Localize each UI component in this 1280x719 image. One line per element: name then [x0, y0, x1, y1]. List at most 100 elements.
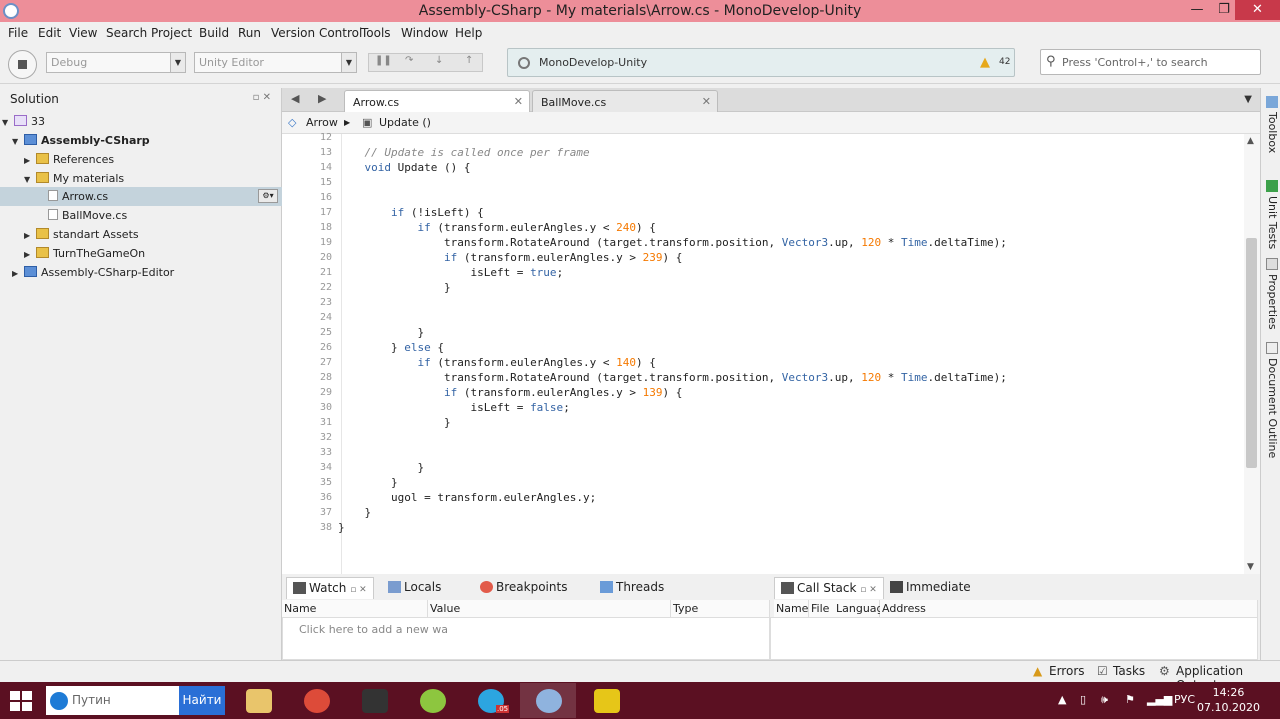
line-number[interactable]: 26	[282, 340, 332, 355]
tab-threads[interactable]: Threads	[594, 577, 670, 599]
menu-tools[interactable]: Tools	[361, 26, 391, 40]
tab-watch[interactable]: Watch ▫ ✕	[286, 577, 374, 599]
menu-project[interactable]: Project	[151, 26, 192, 40]
line-number[interactable]: 16	[282, 190, 332, 205]
line-number[interactable]: 27	[282, 355, 332, 370]
tray-expand-icon[interactable]: ▲	[1058, 693, 1066, 706]
stop-button[interactable]	[8, 50, 37, 79]
line-number[interactable]: 19	[282, 235, 332, 250]
tree-folder-standart-assets[interactable]: ▶ standart Assets	[24, 225, 139, 244]
errors-button[interactable]: Errors	[1049, 664, 1085, 678]
tree-project-editor[interactable]: ▶ Assembly-CSharp-Editor	[12, 263, 174, 282]
expand-icon[interactable]: ▶	[12, 264, 24, 283]
line-number[interactable]: 13	[282, 145, 332, 160]
menu-window[interactable]: Window	[401, 26, 448, 40]
pad-properties[interactable]: Properties	[1263, 258, 1279, 330]
language-indicator[interactable]: РУС	[1174, 693, 1195, 706]
line-number[interactable]: 21	[282, 265, 332, 280]
line-number[interactable]: 25	[282, 325, 332, 340]
code-line[interactable]: }	[338, 460, 424, 475]
plus-app[interactable]	[404, 683, 460, 718]
windows-start-icon[interactable]	[10, 691, 32, 711]
watch-list[interactable]: Click here to add a new wa	[282, 617, 770, 660]
col-value[interactable]: Value	[428, 600, 671, 617]
code-line[interactable]: if (transform.eulerAngles.y > 139) {	[338, 385, 682, 400]
code-line[interactable]: transform.RotateAround (target.transform…	[338, 370, 1007, 385]
close-icon[interactable]: ✕	[702, 95, 711, 108]
add-watch-hint[interactable]: Click here to add a new wa	[299, 623, 448, 636]
pad-unit-tests[interactable]: Unit Tests	[1263, 180, 1279, 249]
search-input[interactable]: ⚲ Press 'Control+,' to search	[1040, 49, 1261, 75]
code-line[interactable]: }	[338, 280, 451, 295]
line-number[interactable]: 23	[282, 295, 332, 310]
scroll-down-icon[interactable]: ▼	[1247, 562, 1254, 572]
menu-run[interactable]: Run	[238, 26, 261, 40]
code-line[interactable]: } else {	[338, 340, 444, 355]
scroll-up-icon[interactable]: ▲	[1247, 136, 1254, 146]
pad-document-outline[interactable]: Document Outline	[1263, 342, 1279, 458]
vertical-scrollbar[interactable]: ▲ ▼	[1244, 134, 1260, 574]
code-line[interactable]: }	[338, 325, 424, 340]
close-icon[interactable]: ✕	[514, 95, 523, 108]
menu-search[interactable]: Search	[106, 26, 147, 40]
clock[interactable]: 14:26 07.10.2020	[1197, 685, 1260, 715]
col-file[interactable]: File	[809, 600, 834, 617]
maximize-button[interactable]: ❐	[1210, 0, 1238, 20]
line-number[interactable]: 18	[282, 220, 332, 235]
breadcrumb-method[interactable]: Update ()	[379, 116, 431, 129]
tasks-button[interactable]: Tasks	[1113, 664, 1145, 678]
line-number[interactable]: 36	[282, 490, 332, 505]
collapse-icon[interactable]: ▼	[2, 113, 14, 132]
menu-view[interactable]: View	[69, 26, 97, 40]
close-icon[interactable]: ▫ ✕	[350, 585, 367, 595]
nav-back-icon[interactable]: ◀	[291, 92, 299, 105]
collapse-icon[interactable]: ▼	[24, 170, 36, 189]
tree-folder-turnthegameon[interactable]: ▶ TurnTheGameOn	[24, 244, 145, 263]
line-number[interactable]: 15	[282, 175, 332, 190]
expand-icon[interactable]: ▶	[24, 151, 36, 170]
menu-edit[interactable]: Edit	[38, 26, 61, 40]
code-line[interactable]: if (!isLeft) {	[338, 205, 484, 220]
line-number[interactable]: 33	[282, 445, 332, 460]
code-line[interactable]: }	[338, 505, 371, 520]
monodevelop-app[interactable]	[520, 683, 576, 718]
tab-breakpoints[interactable]: Breakpoints	[474, 577, 573, 599]
close-button[interactable]: ✕	[1235, 0, 1280, 20]
code-line[interactable]: isLeft = false;	[338, 400, 569, 415]
tree-solution[interactable]: ▼ 33	[2, 112, 45, 131]
tree-file-ballmove[interactable]: BallMove.cs	[48, 206, 127, 225]
warning-count[interactable]: 42	[999, 57, 1010, 67]
expand-icon[interactable]: ▶	[24, 226, 36, 245]
col-address[interactable]: Address	[880, 600, 1258, 617]
call-stack-list[interactable]	[770, 617, 1258, 660]
col-language[interactable]: Language	[834, 600, 890, 617]
target-select[interactable]: Unity Editor ▼	[194, 52, 357, 73]
menu-help[interactable]: Help	[455, 26, 482, 40]
expand-icon[interactable]: ▶	[24, 245, 36, 264]
line-number[interactable]: 28	[282, 370, 332, 385]
file-explorer-app[interactable]	[230, 683, 286, 718]
code-line[interactable]: if (transform.eulerAngles.y < 240) {	[338, 220, 655, 235]
step-out-icon[interactable]: ↑	[465, 55, 473, 66]
unity-app[interactable]	[346, 683, 402, 718]
taskbar-search-input[interactable]: Путин	[46, 686, 179, 715]
line-number[interactable]: 34	[282, 460, 332, 475]
config-select[interactable]: Debug ▼	[46, 52, 186, 73]
code-line[interactable]: void Update () {	[338, 160, 471, 175]
code-line[interactable]: }	[338, 415, 451, 430]
col-name[interactable]: Name	[282, 600, 428, 617]
network-icon[interactable]: ▂▄▆	[1147, 693, 1172, 706]
tab-immediate[interactable]: Immediate	[884, 577, 977, 599]
line-number[interactable]: 12	[282, 130, 332, 145]
line-number[interactable]: 17	[282, 205, 332, 220]
tree-file-arrow[interactable]: Arrow.cs	[48, 187, 108, 206]
line-number[interactable]: 38	[282, 520, 332, 535]
line-number[interactable]: 24	[282, 310, 332, 325]
tab-locals[interactable]: Locals	[382, 577, 447, 599]
code-line[interactable]: }	[338, 475, 398, 490]
chrome-app[interactable]	[288, 683, 344, 718]
volume-icon[interactable]: 🕪	[1101, 693, 1108, 707]
media-app[interactable]	[578, 683, 634, 718]
scroll-thumb[interactable]	[1246, 238, 1257, 468]
tab-arrow-cs[interactable]: Arrow.cs ✕	[344, 90, 530, 113]
